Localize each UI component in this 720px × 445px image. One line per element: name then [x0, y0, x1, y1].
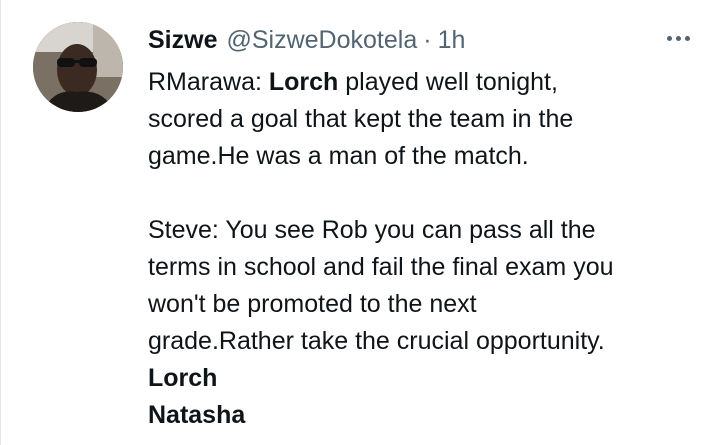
more-horizontal-icon[interactable] — [667, 36, 690, 41]
more-dot — [667, 36, 672, 41]
avatar[interactable] — [33, 22, 123, 112]
bold-mention: Lorch — [268, 68, 339, 96]
text-line: terms in school and fail the final exam … — [148, 253, 614, 281]
separator-dot: · — [423, 25, 432, 54]
more-dot — [676, 36, 681, 41]
tweet-text: RMarawa: Lorch played well tonight, scor… — [148, 64, 708, 434]
text-line: Steve: You see Rob you can pass all the — [148, 216, 596, 244]
tweet-card: Sizwe @SizweDokotela · 1h RMarawa: Lorch… — [0, 0, 720, 445]
user-handle[interactable]: @SizweDokotela — [226, 26, 417, 55]
bold-name-lorch: Lorch — [148, 364, 218, 392]
timestamp[interactable]: 1h — [438, 26, 466, 55]
more-dot — [685, 36, 690, 41]
text-line: won't be promoted to the next — [148, 290, 477, 318]
text-line: grade.Rather take the crucial opportunit… — [148, 327, 605, 355]
tweet-header: Sizwe @SizweDokotela · 1h — [148, 24, 465, 56]
bold-name-natasha: Natasha — [148, 401, 246, 429]
text-span: RMarawa: — [148, 68, 269, 96]
avatar-image — [33, 22, 123, 112]
text-line: scored a goal that kept the team in the — [148, 105, 574, 133]
display-name[interactable]: Sizwe — [148, 26, 217, 55]
text-line: game.He was a man of the match. — [148, 142, 529, 170]
text-span: played well tonight, — [338, 68, 558, 96]
text-line: RMarawa: Lorch played well tonight, — [148, 64, 708, 101]
